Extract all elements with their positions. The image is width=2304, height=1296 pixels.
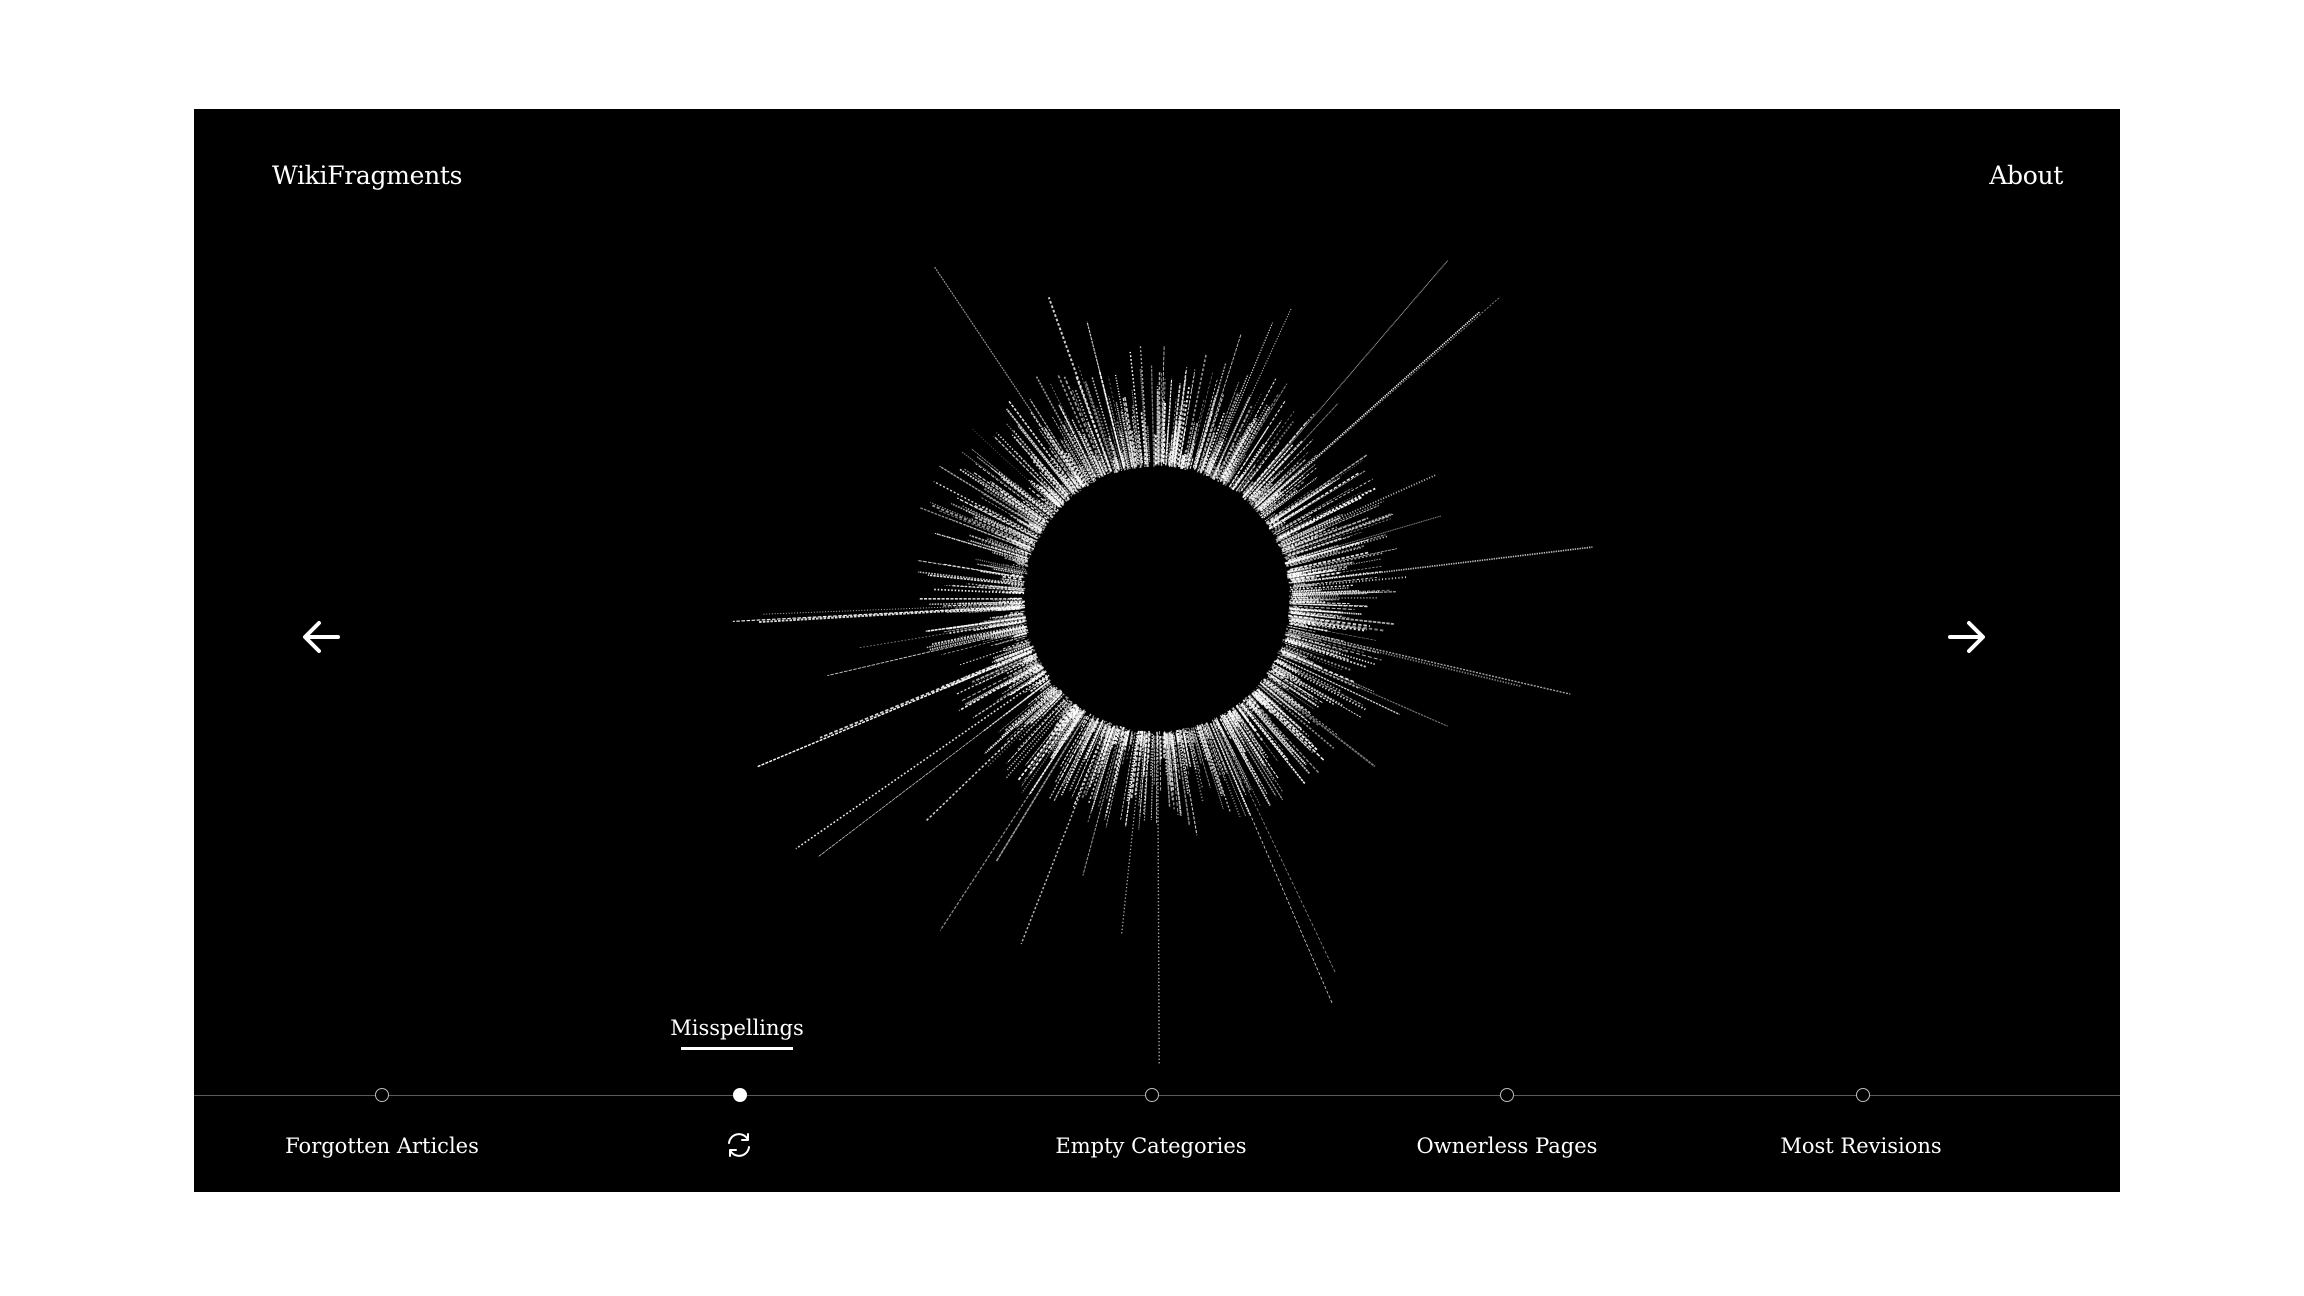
refresh-icon[interactable] <box>722 1128 756 1162</box>
timeline-label-empty-categories[interactable]: Empty Categories <box>1055 1134 1246 1158</box>
timeline-node-empty-categories[interactable] <box>1145 1088 1159 1102</box>
center-void <box>1025 467 1289 731</box>
timeline-node-ownerless-pages[interactable] <box>1500 1088 1514 1102</box>
timeline-label-forgotten-articles[interactable]: Forgotten Articles <box>285 1134 479 1158</box>
timeline-node-most-revisions[interactable] <box>1856 1088 1870 1102</box>
active-underline <box>681 1047 793 1050</box>
fragments-burst-visualization[interactable] <box>194 109 2120 1192</box>
timeline-node-misspellings[interactable] <box>733 1088 747 1102</box>
timeline-node-forgotten-articles[interactable] <box>375 1088 389 1102</box>
visualization-stage: WikiFragments About Forgotten Articles M… <box>194 109 2120 1192</box>
arrow-left-icon[interactable] <box>294 609 350 665</box>
timeline-label-ownerless-pages[interactable]: Ownerless Pages <box>1417 1134 1598 1158</box>
timeline-label-most-revisions[interactable]: Most Revisions <box>1780 1134 1941 1158</box>
arrow-right-icon[interactable] <box>1938 609 1994 665</box>
timeline-label-misspellings[interactable]: Misspellings <box>670 1016 804 1040</box>
